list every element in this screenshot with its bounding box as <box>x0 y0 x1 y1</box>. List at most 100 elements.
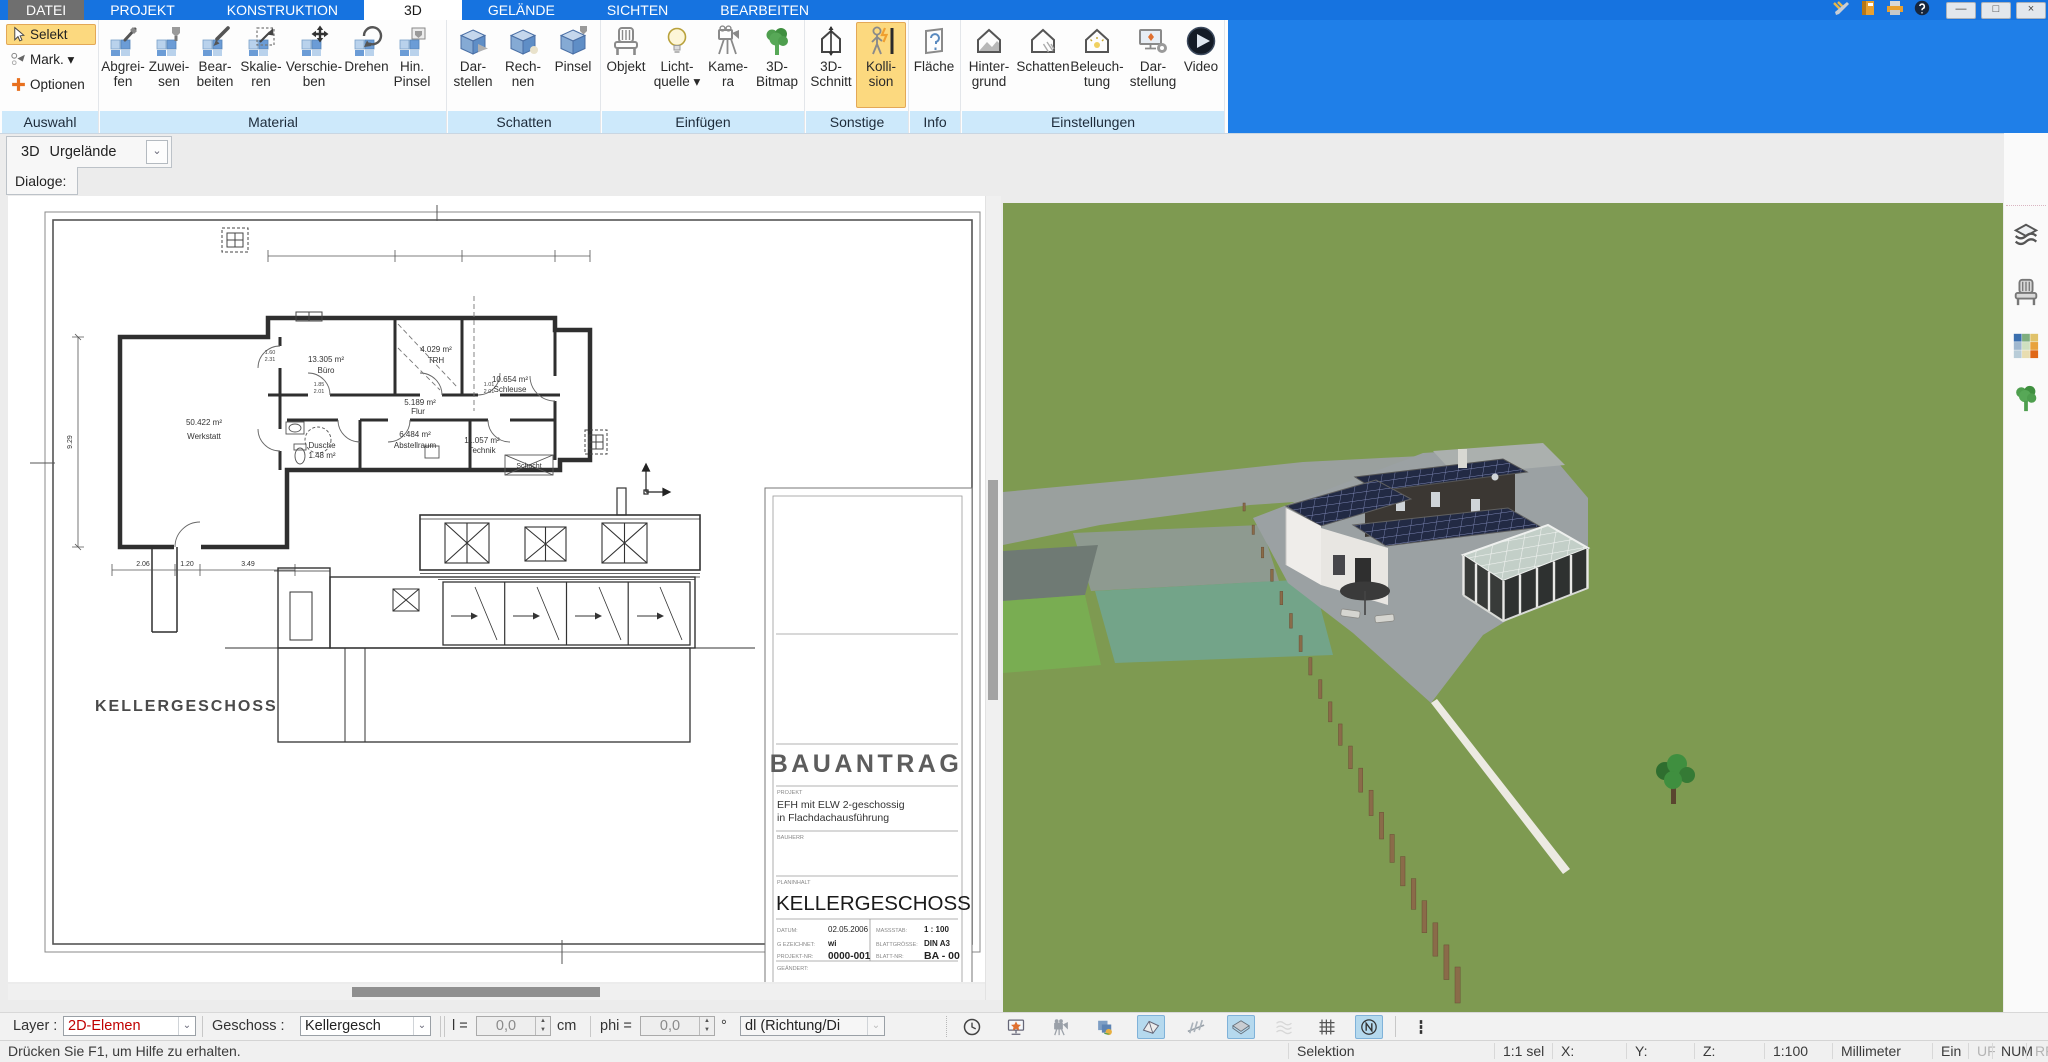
ribbon-button-skalieren[interactable]: Skalie-ren <box>238 22 284 108</box>
more-dots-toggle[interactable] <box>1407 1015 1435 1039</box>
chair-side-tool[interactable] <box>2011 277 2041 307</box>
horizontal-scrollbar-thumb[interactable] <box>352 987 600 997</box>
tab-gelände[interactable]: GELÄNDE <box>462 0 581 20</box>
tree-side-tool[interactable] <box>2011 383 2041 413</box>
tools-button[interactable] <box>1831 0 1851 21</box>
status-field-x: X: <box>1552 1043 1574 1059</box>
ribbon-button-hinpinsel[interactable]: Hin.Pinsel <box>389 22 435 108</box>
dim-w1: 2.06 <box>136 561 150 568</box>
monitor-record-toggle[interactable] <box>1002 1015 1030 1039</box>
tab-bearbeiten[interactable]: BEARBEITEN <box>694 0 835 20</box>
door-dim: 2.31 <box>265 357 276 363</box>
selekt-button[interactable]: Selekt <box>6 24 96 45</box>
ribbon-button-darstellen[interactable]: Dar-stellen <box>448 22 498 108</box>
display-icon <box>1136 25 1170 57</box>
ribbon-button-objekt[interactable]: Objekt <box>602 22 650 108</box>
3d-view-panel[interactable] <box>1003 203 2003 1012</box>
chair-icon <box>609 25 643 57</box>
area-icon <box>917 25 951 57</box>
ribbon-button-hintergrund[interactable]: Hinter-grund <box>962 22 1016 108</box>
notebook-button[interactable] <box>1858 0 1878 21</box>
railing-toggle[interactable] <box>1182 1015 1210 1039</box>
ribbon-button-kamera[interactable]: Kame-ra <box>704 22 752 108</box>
ribbon-empty-area <box>1228 20 2048 133</box>
ribbon-button-3dschnitt[interactable]: 3D-Schnitt <box>806 22 856 108</box>
geschoss-combobox[interactable]: Kellergesch⌄ <box>300 1016 431 1036</box>
button-label: Hin.Pinsel <box>394 59 431 89</box>
ribbon-button-bearbeiten[interactable]: Bear-beiten <box>192 22 238 108</box>
palette-tool[interactable] <box>2011 331 2041 361</box>
tab-konstruktion[interactable]: KONSTRUKTION <box>201 0 364 20</box>
ribbon-button-zuweisen[interactable]: Zuwei-sen <box>146 22 192 108</box>
camera-path-icon <box>1050 1017 1072 1037</box>
horizontal-scrollbar[interactable] <box>8 984 985 1000</box>
grid-toggle[interactable] <box>1313 1015 1341 1039</box>
phi-spinner[interactable]: 0,0 ▲▼ <box>640 1016 715 1036</box>
label-blattnr: BLATT-NR: <box>876 954 904 960</box>
ribbon-button-rechnen[interactable]: Rech-nen <box>498 22 548 108</box>
projekt-line2: in Flachdachausführung <box>777 812 889 824</box>
texture-cube-toggle[interactable] <box>1091 1015 1119 1039</box>
ribbon-button-abgreifen[interactable]: Abgrei-fen <box>100 22 146 108</box>
2d-plan-panel[interactable]: 50.422 m² Werkstatt 13.305 m² Büro 4.029… <box>8 196 985 982</box>
2d-drawing-canvas[interactable]: 50.422 m² Werkstatt 13.305 m² Büro 4.029… <box>8 196 985 982</box>
optionen-button[interactable]: Optionen <box>6 74 96 95</box>
layer-combobox[interactable]: 2D-Elemen⌄ <box>63 1016 196 1036</box>
door-dim: 2.01 <box>314 389 325 395</box>
button-label: Pinsel <box>555 59 592 74</box>
camera-path-toggle[interactable] <box>1047 1015 1075 1039</box>
ribbon-button-3dbitmap[interactable]: 3D-Bitmap <box>752 22 802 108</box>
vertical-scrollbar[interactable] <box>985 196 1001 1000</box>
tree-icon <box>760 25 794 57</box>
status-field-11sel: 1:1 sel <box>1494 1043 1544 1059</box>
dialoge-label: Dialoge: <box>6 167 78 195</box>
tab-sichten[interactable]: SICHTEN <box>581 0 694 20</box>
l-unit: cm <box>557 1018 576 1034</box>
layer-value: 2D-Elemen <box>64 1018 178 1034</box>
3d-view-canvas[interactable] <box>1003 203 2003 1012</box>
ribbon-group-title: Auswahl <box>2 111 98 133</box>
north-compass-icon <box>1358 1017 1380 1037</box>
printer-button[interactable] <box>1885 0 1905 21</box>
clock-toggle[interactable] <box>958 1015 986 1039</box>
l-spinner[interactable]: 0,0 ▲▼ <box>476 1016 551 1036</box>
view-dropdown-button[interactable]: ⌄ <box>146 140 168 164</box>
terrain-layers-toggle[interactable] <box>1270 1015 1298 1039</box>
ribbon-button-lichtquelle[interactable]: Licht-quelle ▾ <box>650 22 704 108</box>
more-dots-icon <box>1410 1017 1432 1037</box>
button-label: Kame-ra <box>708 59 748 89</box>
material-assign-icon <box>152 25 186 57</box>
ribbon-button-schatten[interactable]: Schatten <box>1016 22 1070 108</box>
ribbon-button-pinsel[interactable]: Pinsel <box>548 22 598 108</box>
roof-view-toggle[interactable] <box>1137 1015 1165 1039</box>
ribbon-button-fläche[interactable]: Fläche <box>910 22 958 108</box>
ribbon-button-video[interactable]: Video <box>1182 22 1220 108</box>
ribbon-button-beleuchtung[interactable]: Beleuch-tung <box>1070 22 1124 108</box>
dl-mode-combobox[interactable]: dl (Richtung/Di⌄ <box>740 1016 885 1036</box>
slab-toggle[interactable] <box>1227 1015 1255 1039</box>
layers-tool[interactable] <box>2011 221 2041 251</box>
restore-button[interactable]: □ <box>1981 2 2011 19</box>
mark-button[interactable]: Mark. ▾ <box>6 49 96 70</box>
tab-datei[interactable]: DATEI <box>8 0 84 20</box>
ribbon-button-kollision[interactable]: Kolli-sion <box>856 22 906 108</box>
ribbon-button-verschieben[interactable]: Verschie-ben <box>284 22 344 108</box>
minimize-button[interactable]: — <box>1946 2 1976 19</box>
tab-projekt[interactable]: PROJEKT <box>84 0 201 20</box>
bulb-icon <box>660 25 694 57</box>
shadow-brush-icon <box>556 25 590 57</box>
ribbon-button-drehen[interactable]: Drehen <box>344 22 389 108</box>
vertical-scrollbar-thumb[interactable] <box>988 480 998 700</box>
quick-tools <box>1831 0 1932 21</box>
ribbon-button-darstellung[interactable]: Dar-stellung <box>1124 22 1182 108</box>
view-combobox[interactable]: Urgelände <box>50 144 146 160</box>
help-button[interactable] <box>1912 0 1932 21</box>
value-blattgroesse: DIN A3 <box>924 939 950 948</box>
collision-icon <box>864 25 898 57</box>
tab-3d[interactable]: 3D <box>364 0 462 20</box>
close-button[interactable]: × <box>2016 2 2046 19</box>
value-datum: 02.05.2006 <box>828 925 869 934</box>
north-compass-toggle[interactable] <box>1355 1015 1383 1039</box>
ribbon: Selekt Mark. ▾ Optionen AuswahlAbgrei-fenZu… <box>0 20 2048 134</box>
label-massstab: MASSSTAB: <box>876 928 908 934</box>
